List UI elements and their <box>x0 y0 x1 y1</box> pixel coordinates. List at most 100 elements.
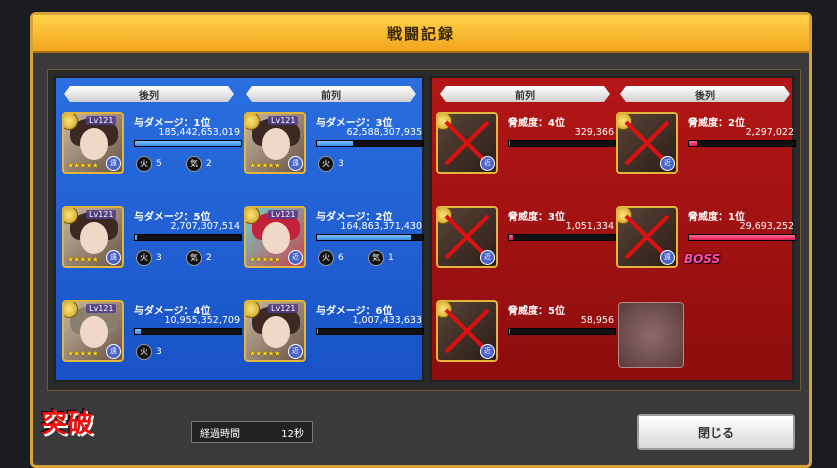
damage-bar-fill <box>135 235 138 240</box>
enemy-unit-card[interactable]: 近 脅威度：2位 2,297,022 <box>616 108 796 198</box>
threat-value: 58,956 <box>580 315 614 326</box>
rarity-stars-icon: ★★★★★ <box>67 349 99 358</box>
close-button[interactable]: 閉じる <box>637 414 795 450</box>
unit-portrait: Lv121 ★★★★★ 近 <box>244 206 306 268</box>
ally-unit-card[interactable]: Lv121 ★★★★★ 近 与ダメージ：6位 1,007,433,633 <box>244 296 424 386</box>
enemy-unit-card[interactable]: 遠 BOSS 脅威度：1位 29,693,252 <box>616 202 796 292</box>
damage-bar <box>316 234 424 241</box>
enemy-panel: 前列 後列 近 脅威度：4位 329,366 近 脅威度：2位 2,297,02… <box>430 76 796 382</box>
damage-bar <box>316 140 424 147</box>
enemy-portrait: 近 <box>436 206 498 268</box>
damage-bar-fill <box>135 329 142 334</box>
unit-stats: 火5 気2 <box>136 156 228 172</box>
stat-value: 2 <box>206 159 212 169</box>
role-tag-icon: 近 <box>288 250 303 265</box>
enemy-portrait: 近 <box>436 112 498 174</box>
damage-bar <box>134 234 242 241</box>
stat-badge-icon: 気 <box>186 156 202 172</box>
ally-unit-card[interactable]: Lv121 ★★★★★ 遠 与ダメージ：4位 10,955,352,709 火3 <box>62 296 242 386</box>
unit-portrait: Lv121 ★★★★★ 遠 <box>244 112 306 174</box>
unit-portrait: Lv121 ★★★★★ 遠 <box>62 206 124 268</box>
role-tag-icon: 遠 <box>660 250 675 265</box>
role-tag-icon: 遠 <box>106 344 121 359</box>
role-tag-icon: 近 <box>480 250 495 265</box>
enemy-back-row-header: 後列 <box>620 86 790 102</box>
threat-bar <box>688 140 796 147</box>
damage-bar-fill <box>135 141 241 146</box>
threat-bar-fill <box>509 329 511 334</box>
stat-badge-icon: 火 <box>318 250 334 266</box>
rarity-stars-icon: ★★★★★ <box>249 161 281 170</box>
window-title: 戦闘記録 <box>386 24 455 43</box>
enemy-portrait: 遠 <box>616 206 678 268</box>
unit-stats: 火6 気1 <box>318 250 410 266</box>
stat-badge-icon: 気 <box>368 250 384 266</box>
stat-value: 3 <box>156 347 162 357</box>
ally-panel: 後列 前列 Lv121 ★★★★★ 遠 与ダメージ：1位 185,442,653,0… <box>54 76 424 382</box>
stat-value: 1 <box>388 253 394 263</box>
stat-badge-icon: 火 <box>136 344 152 360</box>
ally-unit-card[interactable]: Lv121 ★★★★★ 遠 与ダメージ：1位 185,442,653,019 火5 … <box>62 108 242 198</box>
threat-bar-fill <box>689 141 698 146</box>
threat-value: 29,693,252 <box>739 221 794 232</box>
breakthrough-logo: 突破 <box>41 409 94 439</box>
role-tag-icon: 遠 <box>106 250 121 265</box>
empty-enemy-slot <box>618 302 684 368</box>
stat-value: 3 <box>338 159 344 169</box>
threat-bar <box>508 234 616 241</box>
damage-bar-fill <box>317 329 319 334</box>
stat-badge-icon: 気 <box>186 250 202 266</box>
damage-bar-fill <box>317 235 412 240</box>
damage-bar <box>134 328 242 335</box>
damage-value: 2,707,307,514 <box>170 221 240 232</box>
role-tag-icon: 遠 <box>106 156 121 171</box>
unit-stats: 火3 <box>318 156 360 172</box>
threat-bar-fill <box>689 235 795 240</box>
enemy-portrait: 近 <box>436 300 498 362</box>
threat-bar <box>508 328 616 335</box>
unit-level: Lv121 <box>86 304 117 313</box>
role-tag-icon: 近 <box>660 156 675 171</box>
stat-badge-icon: 火 <box>136 250 152 266</box>
unit-level: Lv121 <box>86 116 117 125</box>
threat-bar <box>508 140 616 147</box>
role-tag-icon: 近 <box>480 344 495 359</box>
damage-bar <box>134 140 242 147</box>
unit-level: Lv121 <box>268 210 299 219</box>
ally-unit-card[interactable]: Lv121 ★★★★★ 遠 与ダメージ：5位 2,707,307,514 火3 気2 <box>62 202 242 292</box>
unit-level: Lv121 <box>86 210 117 219</box>
rarity-stars-icon: ★★★★★ <box>249 349 281 358</box>
damage-value: 164,863,371,430 <box>340 221 422 232</box>
damage-value: 62,588,307,935 <box>346 127 422 138</box>
rarity-stars-icon: ★★★★★ <box>249 255 281 264</box>
damage-value: 185,442,653,019 <box>158 127 240 138</box>
enemy-unit-card[interactable]: 近 脅威度：3位 1,051,334 <box>436 202 616 292</box>
unit-portrait: Lv121 ★★★★★ 遠 <box>62 112 124 174</box>
ally-unit-card[interactable]: Lv121 ★★★★★ 近 与ダメージ：2位 164,863,371,430 火6 … <box>244 202 424 292</box>
elapsed-time-value: 12秒 <box>281 428 304 440</box>
threat-value: 2,297,022 <box>745 127 794 138</box>
stat-value: 5 <box>156 159 162 169</box>
damage-value: 10,955,352,709 <box>164 315 240 326</box>
boss-badge: BOSS <box>684 252 721 266</box>
unit-level: Lv121 <box>268 116 299 125</box>
damage-bar-fill <box>317 141 354 146</box>
ally-unit-card[interactable]: Lv121 ★★★★★ 遠 与ダメージ：3位 62,588,307,935 火3 <box>244 108 424 198</box>
stat-value: 3 <box>156 253 162 263</box>
unit-portrait: Lv121 ★★★★★ 近 <box>244 300 306 362</box>
ally-front-row-header: 前列 <box>246 86 416 102</box>
role-tag-icon: 近 <box>480 156 495 171</box>
threat-bar <box>688 234 796 241</box>
unit-portrait: Lv121 ★★★★★ 遠 <box>62 300 124 362</box>
ally-back-row-header: 後列 <box>64 86 234 102</box>
enemy-unit-card[interactable]: 近 脅威度：4位 329,366 <box>436 108 616 198</box>
elapsed-time-label: 経過時間 <box>200 428 240 440</box>
unit-stats: 火3 気2 <box>136 250 228 266</box>
threat-bar-fill <box>509 235 514 240</box>
elapsed-time-box: 経過時間 12秒 <box>191 421 313 443</box>
damage-bar <box>316 328 424 335</box>
enemy-unit-card[interactable]: 近 脅威度：5位 58,956 <box>436 296 616 386</box>
unit-level: Lv121 <box>268 304 299 313</box>
rarity-stars-icon: ★★★★★ <box>67 161 99 170</box>
stat-badge-icon: 火 <box>318 156 334 172</box>
